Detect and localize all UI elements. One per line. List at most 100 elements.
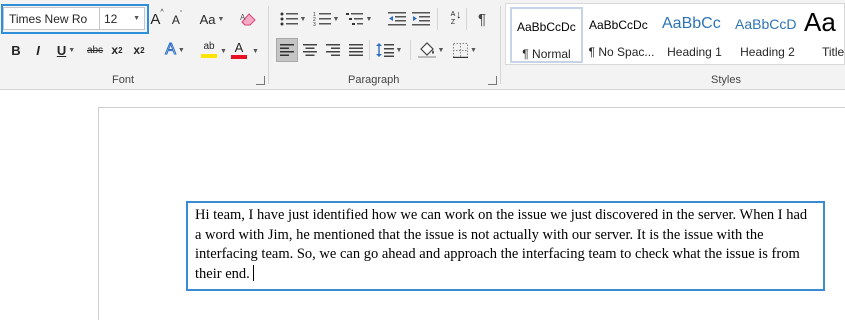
sort-button[interactable]: A Z ↓	[442, 8, 464, 30]
align-center-button[interactable]	[299, 38, 321, 62]
chevron-down-icon: ▼	[437, 46, 445, 54]
font-dialog-launcher-icon[interactable]	[256, 76, 265, 85]
paragraph-dialog-launcher-icon[interactable]	[488, 76, 497, 85]
chevron-down-icon: ▼	[177, 46, 185, 54]
paragraph-separator	[437, 8, 438, 30]
grow-font-button[interactable]: A ^	[149, 9, 165, 29]
style-no-spacing[interactable]: AaBbCcDc ¶ No Spac...	[585, 7, 658, 63]
font-color-swatch	[231, 55, 247, 59]
change-case-button[interactable]: Aa ▼	[197, 9, 227, 29]
clear-formatting-button[interactable]: A	[238, 8, 260, 30]
style-heading-2[interactable]: AaBbCcD Heading 2	[731, 7, 804, 63]
numbered-list-icon: 1 2 3	[313, 12, 331, 27]
align-left-icon	[280, 44, 294, 56]
bold-label: B	[11, 42, 21, 58]
group-separator	[268, 6, 269, 84]
font-group-label: Font	[112, 74, 135, 86]
text-effects-label: A	[165, 41, 177, 59]
grow-font-label: A	[150, 10, 161, 28]
subscript-mark: 2	[118, 45, 123, 55]
strikethrough-label: abc	[86, 44, 104, 56]
highlight-swatch	[201, 54, 217, 58]
svg-text:3: 3	[313, 22, 316, 27]
chevron-down-icon[interactable]: ▼	[252, 48, 259, 55]
justify-icon	[349, 44, 363, 56]
italic-label: I	[36, 42, 40, 58]
superscript-base: x	[133, 43, 141, 57]
strikethrough-button[interactable]: abc	[85, 40, 105, 60]
style-heading-1[interactable]: AaBbCc Heading 1	[658, 7, 731, 63]
superscript-mark: 2	[140, 45, 145, 55]
eraser-icon: A	[240, 13, 256, 26]
justify-button[interactable]	[345, 38, 367, 62]
font-color-label: A	[234, 40, 244, 55]
style-title[interactable]: Aa Title	[804, 7, 845, 63]
increase-indent-icon	[412, 12, 430, 26]
superscript-button[interactable]: x2	[130, 40, 148, 60]
borders-button[interactable]: ▼	[449, 38, 481, 62]
caret-up-icon: ^	[160, 9, 164, 16]
paragraph-separator	[410, 40, 411, 60]
multilevel-list-button[interactable]: ▼	[344, 8, 374, 30]
text-caret	[252, 264, 254, 281]
style-name: ¶ No Spac...	[588, 45, 655, 59]
underline-button[interactable]: U ▼	[52, 40, 80, 60]
align-center-icon	[303, 44, 317, 56]
focus-highlight	[1, 4, 149, 34]
bold-button[interactable]: B	[8, 40, 24, 60]
style-name: ¶ Normal	[522, 47, 571, 61]
style-name: Title	[822, 45, 845, 59]
style-name: Heading 1	[667, 45, 722, 59]
svg-text:A: A	[240, 13, 246, 22]
style-preview: Aa	[804, 7, 836, 37]
increase-indent-button[interactable]	[410, 8, 432, 30]
caret-down-icon: ˇ	[179, 11, 183, 18]
chevron-down-icon[interactable]: ▼	[220, 48, 227, 55]
subscript-base: x	[111, 43, 119, 57]
chevron-down-icon: ▼	[332, 15, 340, 23]
chevron-down-icon: ▼	[68, 46, 76, 54]
highlight-label: ab	[203, 41, 215, 52]
style-preview: AaBbCcD	[735, 16, 797, 32]
styles-group-label: Styles	[711, 74, 741, 86]
bullet-list-icon	[280, 12, 298, 26]
decrease-indent-icon	[388, 12, 406, 26]
paragraph-group-label: Paragraph	[348, 74, 400, 86]
chevron-down-icon: ▼	[217, 15, 225, 23]
document-paragraph: Hi team, I have just identified how we c…	[195, 207, 808, 282]
paragraph-separator	[466, 8, 467, 30]
underline-label: U	[56, 42, 67, 58]
style-preview: AaBbCcDc	[517, 20, 576, 34]
chevron-down-icon: ▼	[470, 46, 477, 54]
pilcrow-label: ¶	[477, 10, 487, 28]
ribbon: Times New Ro 12 ▼ A ^ Aˇ Aa ▼ A B I U ▼ abc…	[0, 0, 845, 90]
align-right-button[interactable]	[322, 38, 344, 62]
style-name: Heading 2	[740, 45, 795, 59]
decrease-indent-button[interactable]	[386, 8, 408, 30]
style-normal[interactable]: AaBbCcDc ¶ Normal	[510, 7, 583, 63]
shrink-font-button[interactable]: Aˇ	[170, 11, 184, 29]
numbering-button[interactable]: 1 2 3 ▼	[311, 8, 341, 30]
line-spacing-button[interactable]: ▼	[373, 38, 405, 62]
document-text-selection[interactable]: Hi team, I have just identified how we c…	[186, 201, 825, 291]
italic-button[interactable]: I	[30, 40, 46, 60]
shading-button[interactable]: ▼	[415, 38, 447, 62]
group-separator	[500, 6, 501, 84]
style-preview: AaBbCcDc	[589, 18, 648, 32]
line-spacing-icon	[375, 43, 394, 57]
chevron-down-icon: ▼	[365, 15, 373, 23]
paint-bucket-icon	[417, 42, 436, 58]
sort-arrow-icon: ↓	[456, 9, 462, 21]
multilevel-list-icon	[345, 13, 363, 25]
align-left-button[interactable]	[276, 38, 298, 62]
change-case-label: Aa	[199, 11, 216, 27]
paragraph-separator	[369, 40, 370, 60]
chevron-down-icon: ▼	[299, 15, 307, 23]
bullets-button[interactable]: ▼	[278, 8, 308, 30]
text-effects-button[interactable]: A ▼	[161, 39, 189, 61]
font-color-button[interactable]: A	[229, 39, 249, 61]
show-formatting-marks-button[interactable]: ¶	[472, 8, 492, 30]
subscript-button[interactable]: x2	[108, 40, 126, 60]
borders-icon	[453, 42, 469, 58]
shrink-font-label: A	[171, 13, 180, 27]
